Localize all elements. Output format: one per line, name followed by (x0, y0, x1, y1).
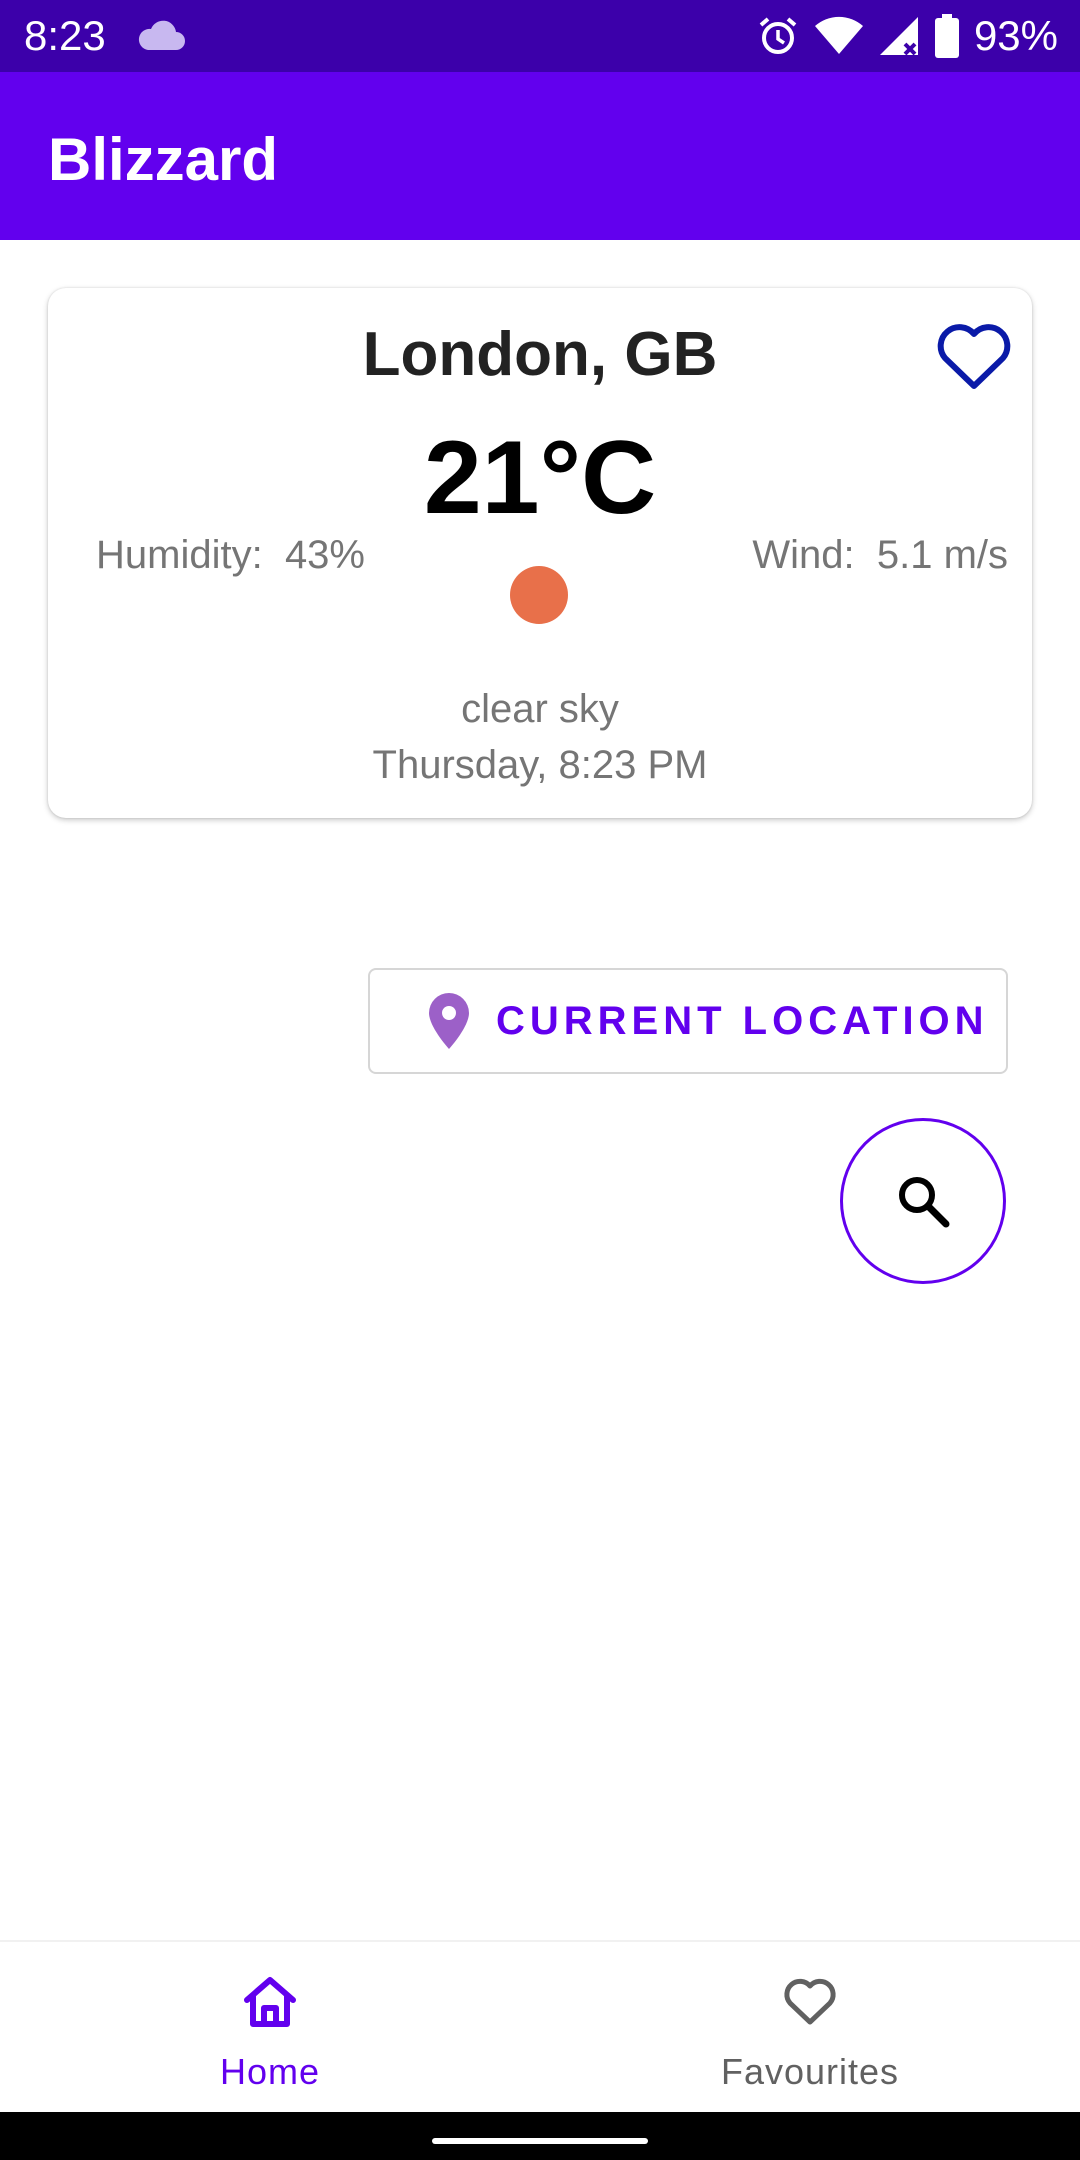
current-location-button[interactable]: CURRENT LOCATION (368, 968, 1008, 1074)
weather-description: clear sky (461, 687, 619, 731)
alarm-icon (759, 17, 797, 54)
favourite-heart-icon[interactable] (932, 314, 1016, 398)
home-icon (244, 1977, 296, 2027)
signal-icon (879, 17, 918, 56)
wind-label: Wind: (752, 533, 855, 577)
humidity-label: Humidity: (96, 533, 263, 577)
app-bar: Blizzard (0, 72, 1080, 240)
weather-card: London, GB 21°C Humidity: 43% Wind: 5.1 … (48, 288, 1032, 818)
cloud-icon (138, 20, 185, 50)
search-button[interactable] (840, 1118, 1006, 1284)
wind-value: 5.1 m/s (876, 533, 1008, 577)
city-name: London, GB (362, 320, 718, 389)
gesture-handle[interactable] (432, 2138, 648, 2144)
nav-label-favourites: Favourites (720, 2051, 900, 2092)
wind-readout: Wind: 5.1 m/s (752, 530, 1008, 580)
search-icon (899, 1177, 950, 1228)
current-location-label: CURRENT LOCATION (496, 998, 989, 1043)
status-bar: 8:23 93% (0, 0, 1080, 72)
humidity-value: 43% (284, 533, 365, 577)
location-pin-icon (429, 993, 469, 1049)
app-title: Blizzard (48, 126, 279, 193)
weather-datetime: Thursday, 8:23 PM (372, 743, 708, 787)
heart-outline-icon (784, 1978, 836, 2025)
weather-condition-icon (510, 566, 568, 624)
nav-item-favourites[interactable]: Favourites (540, 1942, 1080, 2114)
temperature: 21°C (423, 420, 657, 536)
humidity-readout: Humidity: 43% (96, 530, 365, 580)
nav-item-home[interactable]: Home (0, 1942, 540, 2114)
status-time: 8:23 (24, 12, 106, 59)
bottom-navigation: Home Favourites (0, 1940, 1080, 2112)
nav-label-home: Home (219, 2051, 321, 2092)
status-icons: 93% (756, 12, 1058, 60)
wifi-icon (814, 16, 863, 54)
battery-percentage: 93% (973, 12, 1058, 59)
battery-icon (934, 14, 959, 58)
system-navigation-bar (0, 2112, 1080, 2160)
